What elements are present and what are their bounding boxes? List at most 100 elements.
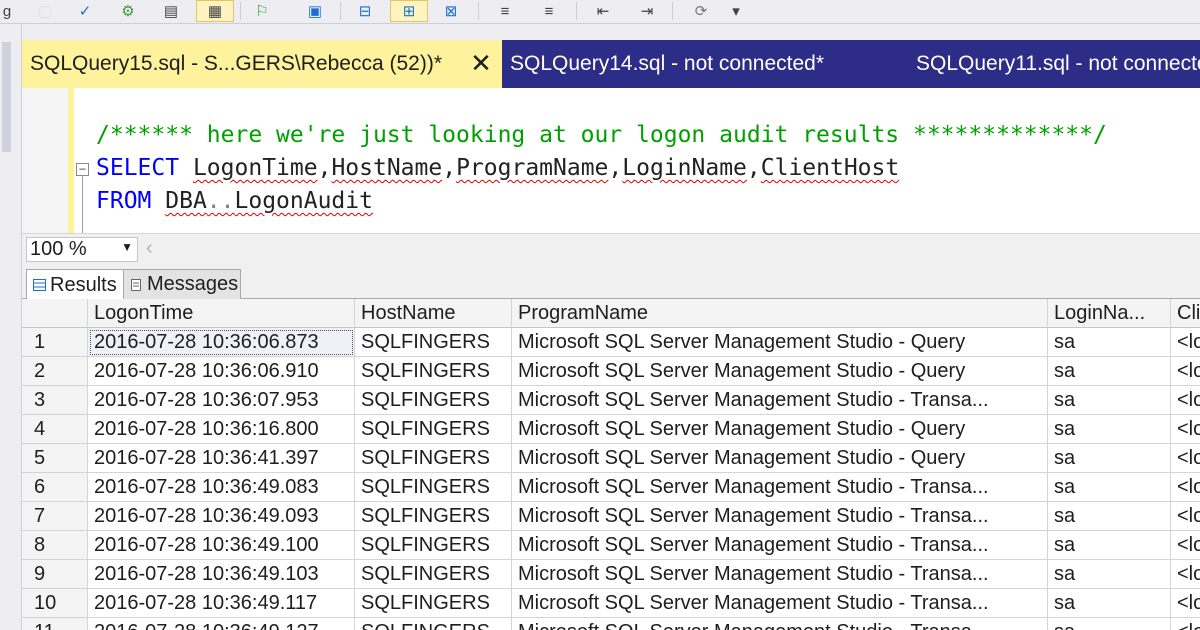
include-plan-icon[interactable]: ▣ (298, 0, 332, 22)
column-header-hostname[interactable]: HostName (355, 299, 512, 328)
table-row[interactable]: 6 2016-07-28 10:36:49.083 SQLFINGERS Micros… (22, 473, 1200, 502)
collapse-icon[interactable]: − (76, 163, 89, 176)
column-header-programname[interactable]: ProgramName (512, 299, 1048, 328)
row-number-cell[interactable]: 1 (22, 328, 88, 357)
clienthost-cell[interactable]: <lo (1171, 415, 1200, 444)
table-row[interactable]: 5 2016-07-28 10:36:41.397 SQLFINGERS Micros… (22, 444, 1200, 473)
table-row[interactable]: 3 2016-07-28 10:36:07.953 SQLFINGERS Micros… (22, 386, 1200, 415)
tab-sqlquery15[interactable]: SQLQuery15.sql - S...GERS\Rebecca (52))* (22, 40, 502, 88)
programname-cell[interactable]: Microsoft SQL Server Management Studio -… (512, 618, 1048, 630)
results-to-text-icon[interactable]: ⊠ (434, 0, 468, 22)
loginname-cell[interactable]: sa (1048, 328, 1171, 357)
logontime-cell[interactable]: 2016-07-28 10:36:06.910 (88, 357, 355, 386)
hostname-cell[interactable]: SQLFINGERS (355, 444, 512, 473)
programname-cell[interactable]: Microsoft SQL Server Management Studio -… (512, 386, 1048, 415)
loginname-cell[interactable]: sa (1048, 415, 1171, 444)
programname-cell[interactable]: Microsoft SQL Server Management Studio -… (512, 328, 1048, 357)
debug-icon[interactable]: ⚐ (252, 0, 272, 22)
table-row[interactable]: 1 2016-07-28 10:36:06.873 SQLFINGERS Micros… (22, 328, 1200, 357)
table-row[interactable]: 2 2016-07-28 10:36:06.910 SQLFINGERS Micros… (22, 357, 1200, 386)
hostname-cell[interactable]: SQLFINGERS (355, 473, 512, 502)
column-header-logontime[interactable]: LogonTime (88, 299, 355, 328)
clienthost-cell[interactable]: <lo (1171, 357, 1200, 386)
clienthost-cell[interactable]: <lo (1171, 473, 1200, 502)
row-number-cell[interactable]: 5 (22, 444, 88, 473)
chevron-down-icon[interactable]: ▼ (121, 240, 133, 254)
tab-messages[interactable]: Messages (123, 269, 241, 299)
row-number-cell[interactable]: 9 (22, 560, 88, 589)
table-row[interactable]: 9 2016-07-28 10:36:49.103 SQLFINGERS Micros… (22, 560, 1200, 589)
zoom-select[interactable]: 100 % ▼ (26, 237, 138, 262)
loginname-cell[interactable]: sa (1048, 531, 1171, 560)
align-right-icon[interactable]: ≡ (534, 0, 564, 22)
clienthost-cell[interactable]: <lo (1171, 386, 1200, 415)
loginname-cell[interactable]: sa (1048, 589, 1171, 618)
specify-values-icon[interactable]: ⟳ (684, 0, 718, 22)
logontime-cell[interactable]: 2016-07-28 10:36:49.127 (88, 618, 355, 630)
clienthost-cell[interactable]: <lo (1171, 328, 1200, 357)
programname-cell[interactable]: Microsoft SQL Server Management Studio -… (512, 357, 1048, 386)
hostname-cell[interactable]: SQLFINGERS (355, 618, 512, 630)
clienthost-cell[interactable]: <lo (1171, 589, 1200, 618)
row-number-cell[interactable]: 2 (22, 357, 88, 386)
column-header-loginname[interactable]: LoginNa... (1048, 299, 1171, 328)
programname-cell[interactable]: Microsoft SQL Server Management Studio -… (512, 444, 1048, 473)
loginname-cell[interactable]: sa (1048, 386, 1171, 415)
loginname-cell[interactable]: sa (1048, 357, 1171, 386)
clienthost-cell[interactable]: <lo (1171, 618, 1200, 630)
display-plan-icon[interactable]: ▤ (156, 0, 186, 22)
logontime-cell[interactable]: 2016-07-28 10:36:49.103 (88, 560, 355, 589)
tab-sqlquery14[interactable]: SQLQuery14.sql - not connected* (502, 40, 894, 88)
loginname-cell[interactable]: sa (1048, 618, 1171, 630)
clienthost-cell[interactable]: <lo (1171, 502, 1200, 531)
hostname-cell[interactable]: SQLFINGERS (355, 589, 512, 618)
logontime-cell[interactable]: 2016-07-28 10:36:16.800 (88, 415, 355, 444)
hostname-cell[interactable]: SQLFINGERS (355, 560, 512, 589)
table-row[interactable]: 112016-07-28 10:36:49.127SQLFINGERSMicro… (22, 618, 1200, 630)
stop-icon[interactable]: ▢ (34, 0, 56, 22)
table-row[interactable]: 8 2016-07-28 10:36:49.100 SQLFINGERS Micros… (22, 531, 1200, 560)
column-header-corner[interactable] (22, 299, 88, 328)
row-number-cell[interactable]: 8 (22, 531, 88, 560)
logontime-cell[interactable]: 2016-07-28 10:36:49.093 (88, 502, 355, 531)
dock-tab[interactable] (2, 42, 11, 152)
hostname-cell[interactable]: SQLFINGERS (355, 357, 512, 386)
indent-decrease-icon[interactable]: ⇤ (588, 0, 618, 22)
hostname-cell[interactable]: SQLFINGERS (355, 415, 512, 444)
results-grid-icon[interactable]: ▦ (196, 0, 234, 22)
loginname-cell[interactable]: sa (1048, 560, 1171, 589)
programname-cell[interactable]: Microsoft SQL Server Management Studio -… (512, 473, 1048, 502)
clienthost-cell[interactable]: <lo (1171, 531, 1200, 560)
hostname-cell[interactable]: SQLFINGERS (355, 502, 512, 531)
programname-cell[interactable]: Microsoft SQL Server Management Studio -… (512, 560, 1048, 589)
tab-results[interactable]: Results (26, 269, 124, 300)
programname-cell[interactable]: Microsoft SQL Server Management Studio -… (512, 415, 1048, 444)
logontime-cell[interactable]: 2016-07-28 10:36:49.100 (88, 531, 355, 560)
clienthost-cell[interactable]: <lo (1171, 560, 1200, 589)
table-row[interactable]: 4 2016-07-28 10:36:16.800 SQLFINGERS Micros… (22, 415, 1200, 444)
row-number-cell[interactable]: 3 (22, 386, 88, 415)
query-editor[interactable]: − /****** here we're just looking at our… (22, 88, 1200, 233)
table-row[interactable]: 10 2016-07-28 10:36:49.117 SQLFINGERS Micro… (22, 589, 1200, 618)
loginname-cell[interactable]: sa (1048, 502, 1171, 531)
row-number-cell[interactable]: 4 (22, 415, 88, 444)
indent-increase-icon[interactable]: ⇥ (632, 0, 662, 22)
programname-cell[interactable]: Microsoft SQL Server Management Studio -… (512, 531, 1048, 560)
row-number-cell[interactable]: 6 (22, 473, 88, 502)
partial-icon[interactable]: g (0, 0, 14, 22)
hostname-cell[interactable]: SQLFINGERS (355, 531, 512, 560)
programname-cell[interactable]: Microsoft SQL Server Management Studio -… (512, 502, 1048, 531)
align-left-icon[interactable]: ≡ (490, 0, 520, 22)
check-icon[interactable]: ✓ (72, 0, 98, 22)
hostname-cell[interactable]: SQLFINGERS (355, 386, 512, 415)
logontime-cell[interactable]: 2016-07-28 10:36:49.117 (88, 589, 355, 618)
tab-sqlquery11[interactable]: SQLQuery11.sql - not connected (908, 40, 1200, 88)
row-number-cell[interactable]: 10 (22, 589, 88, 618)
loginname-cell[interactable]: sa (1048, 473, 1171, 502)
scroll-left-icon[interactable]: ‹ (146, 237, 153, 260)
results-grid[interactable]: LogonTime HostName ProgramName LoginNa..… (22, 299, 1200, 630)
close-icon[interactable]: ✕ (466, 48, 496, 78)
row-number-cell[interactable]: 11 (22, 618, 88, 630)
column-header-clienthost[interactable]: Cli (1171, 299, 1200, 328)
programname-cell[interactable]: Microsoft SQL Server Management Studio -… (512, 589, 1048, 618)
